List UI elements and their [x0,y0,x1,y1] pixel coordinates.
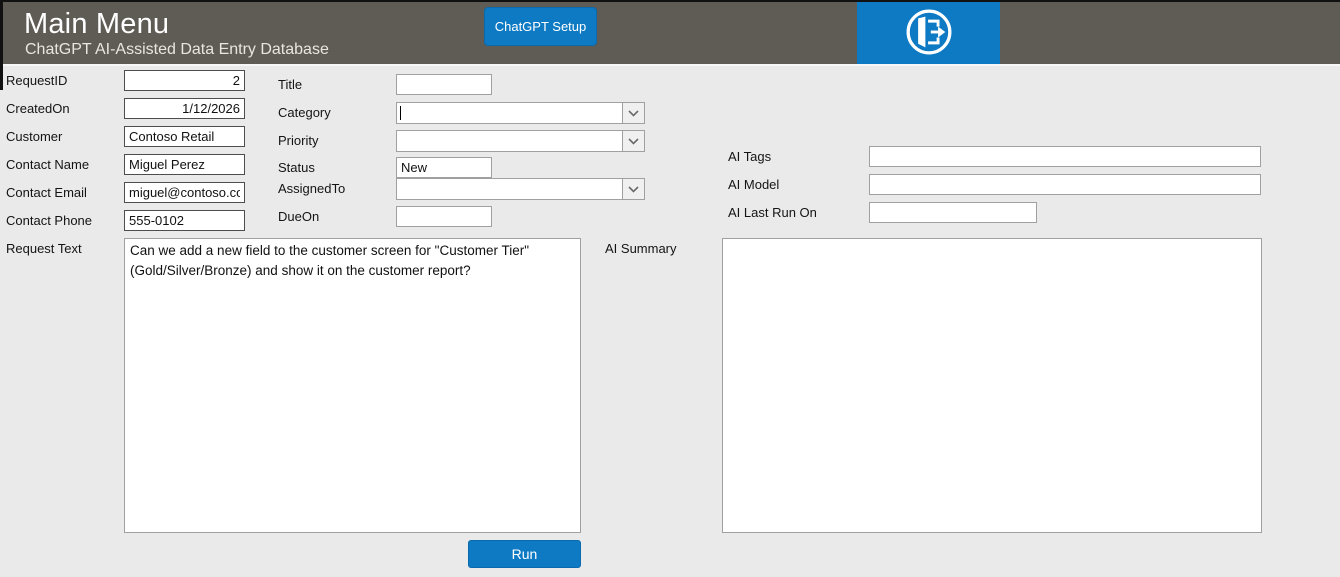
title-label: Title [278,77,302,92]
ai-summary-field[interactable] [722,238,1262,533]
exit-button[interactable] [857,2,1000,66]
request-id-field[interactable] [124,70,245,91]
chevron-down-icon [628,104,639,122]
window-left-border [0,0,3,90]
page-title: Main Menu [24,8,169,41]
page-subtitle: ChatGPT AI-Assisted Data Entry Database [25,41,329,59]
due-on-label: DueOn [278,209,319,224]
request-id-label: RequestID [6,73,67,88]
created-on-label: CreatedOn [6,101,70,116]
request-text-field[interactable] [124,238,581,533]
request-text-label: Request Text [6,241,82,256]
priority-combobox-text[interactable] [397,131,622,151]
customer-field[interactable] [124,126,245,147]
assigned-to-combobox-text[interactable] [397,179,622,199]
chevron-down-icon [628,132,639,150]
assigned-to-dropdown-button[interactable] [622,179,644,199]
category-dropdown-button[interactable] [622,103,644,123]
priority-label: Priority [278,133,318,148]
contact-phone-field[interactable] [124,210,245,231]
chevron-down-icon [628,180,639,198]
ai-tags-label: AI Tags [728,149,771,164]
category-combobox[interactable] [396,102,645,124]
contact-name-field[interactable] [124,154,245,175]
contact-email-label: Contact Email [6,185,87,200]
ai-last-run-on-field[interactable] [869,202,1037,223]
run-button[interactable]: Run [468,540,581,568]
status-field[interactable] [396,157,492,178]
text-cursor [400,106,401,120]
status-label: Status [278,160,315,175]
window-top-border [0,0,1340,2]
header-separator [0,64,1340,66]
header-bar: Main Menu ChatGPT AI-Assisted Data Entry… [0,0,1340,64]
assigned-to-combobox[interactable] [396,178,645,200]
contact-email-field[interactable] [124,182,245,203]
assigned-to-label: AssignedTo [278,181,345,196]
chatgpt-setup-button[interactable]: ChatGPT Setup [484,7,597,46]
ai-model-label: AI Model [728,177,779,192]
priority-dropdown-button[interactable] [622,131,644,151]
contact-phone-label: Contact Phone [6,213,92,228]
due-on-field[interactable] [396,206,492,227]
priority-combobox[interactable] [396,130,645,152]
ai-summary-label: AI Summary [605,241,677,256]
category-combobox-text[interactable] [397,103,622,123]
title-field[interactable] [396,74,492,95]
ai-last-run-on-label: AI Last Run On [728,205,817,220]
ai-model-field[interactable] [869,174,1261,195]
exit-door-icon [900,3,958,66]
contact-name-label: Contact Name [6,157,89,172]
category-label: Category [278,105,331,120]
created-on-field[interactable] [124,98,245,119]
ai-tags-field[interactable] [869,146,1261,167]
customer-label: Customer [6,129,62,144]
